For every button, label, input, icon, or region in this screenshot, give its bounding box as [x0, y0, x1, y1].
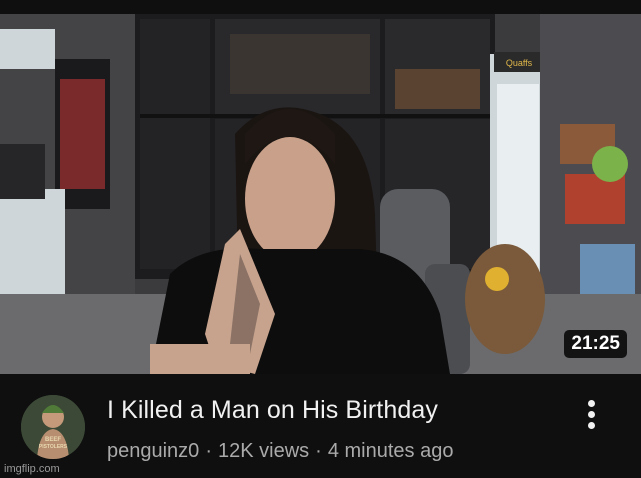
separator: ·: [315, 440, 322, 462]
video-metadata: penguinz0 · 12K views · 4 minutes ago: [107, 440, 453, 463]
channel-name[interactable]: penguinz0: [107, 440, 199, 462]
video-title[interactable]: I Killed a Man on His Birthday: [107, 396, 438, 425]
view-count: 12K views: [217, 440, 310, 462]
video-thumbnail[interactable]: Quaffs 21:25: [0, 14, 641, 374]
menu-dot: [587, 422, 595, 429]
more-vertical-icon[interactable]: [579, 400, 603, 434]
upload-age: 4 minutes ago: [327, 440, 454, 462]
thumbnail-scene: Quaffs: [0, 14, 641, 374]
menu-dot: [587, 400, 595, 407]
top-bar: [0, 0, 641, 14]
duration-badge: 21:25: [564, 330, 627, 358]
menu-dot: [587, 411, 595, 418]
channel-avatar[interactable]: BEEF PISTOLERS: [21, 395, 85, 459]
shop-sign-text: Quaffs: [506, 58, 533, 68]
separator: ·: [205, 440, 212, 462]
avatar-image: BEEF PISTOLERS: [21, 395, 85, 459]
watermark: imgflip.com: [4, 463, 60, 475]
video-info: BEEF PISTOLERS I Killed a Man on His Bir…: [0, 374, 641, 478]
avatar-text-top: BEEF: [45, 437, 61, 443]
avatar-text-bottom: PISTOLERS: [39, 444, 68, 450]
